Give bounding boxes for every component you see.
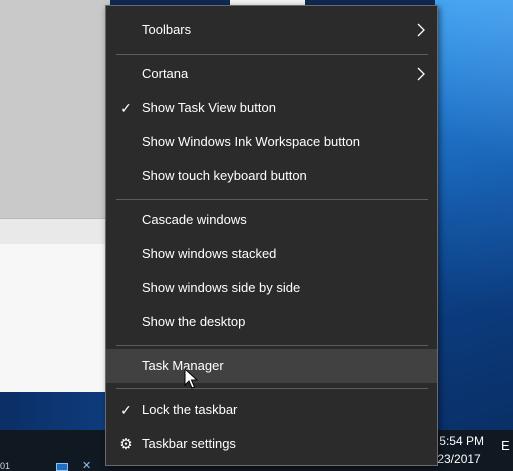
taskbar-clock[interactable]: 5:54 PM /23/2017 [434,432,498,468]
menu-item-label: Show windows side by side [142,280,301,295]
menu-item-label: Show touch keyboard button [142,168,307,183]
menu-item-cortana[interactable]: Cortana [106,57,437,91]
background-window-content [0,0,110,218]
menu-item-task-manager[interactable]: Task Manager [106,349,437,383]
menu-item-show-the-desktop[interactable]: Show the desktop [106,305,437,339]
menu-separator [116,388,428,389]
checkmark-icon: ✓ [120,100,132,116]
menu-separator [116,199,428,200]
menu-item-label: Taskbar settings [142,436,236,451]
menu-item-label: Cascade windows [142,212,247,227]
chevron-right-icon [415,57,427,91]
menu-item-label: Cortana [142,66,189,81]
menu-item-label: Lock the taskbar [142,402,238,417]
menu-item-label: Show Task View button [142,100,276,115]
desktop-wallpaper-left [0,392,110,430]
menu-separator [116,345,428,346]
menu-item-show-ink-workspace[interactable]: Show Windows Ink Workspace button [106,125,437,159]
menu-item-label: Toolbars [142,22,192,37]
menu-item-show-task-view[interactable]: ✓ Show Task View button [106,91,437,125]
menu-item-show-touch-keyboard[interactable]: Show touch keyboard button [106,159,437,193]
menu-item-cascade-windows[interactable]: Cascade windows [106,203,437,237]
mouse-pointer-icon [184,367,199,390]
menu-item-toolbars[interactable]: Toolbars [106,13,437,47]
action-center-icon[interactable]: E [501,439,511,452]
menu-separator [116,54,428,55]
taskbar-left-text: 01 [0,461,11,471]
background-window-body [0,244,110,392]
chevron-right-icon [415,13,427,47]
background-window-frame [0,218,110,244]
menu-item-lock-the-taskbar[interactable]: ✓ Lock the taskbar [106,393,437,427]
clock-time: 5:54 PM [439,434,484,448]
wallpaper-light-beam [435,0,513,430]
menu-item-label: Show Windows Ink Workspace button [142,134,360,149]
taskbar-pinned-icon[interactable]: ✕ [82,461,96,471]
menu-item-label: Task Manager [142,358,224,373]
taskbar-context-menu: Toolbars Cortana ✓ Show Task View button… [105,5,438,466]
menu-item-label: Show the desktop [142,314,246,329]
clock-date: /23/2017 [434,452,481,466]
menu-item-show-windows-side-by-side[interactable]: Show windows side by side [106,271,437,305]
taskbar-app-icon[interactable] [56,463,68,471]
menu-item-label: Show windows stacked [142,246,277,261]
checkmark-icon: ✓ [120,402,132,418]
menu-item-show-windows-stacked[interactable]: Show windows stacked [106,237,437,271]
menu-item-taskbar-settings[interactable]: ⚙ Taskbar settings [106,427,437,461]
gear-icon: ⚙ [119,435,133,453]
